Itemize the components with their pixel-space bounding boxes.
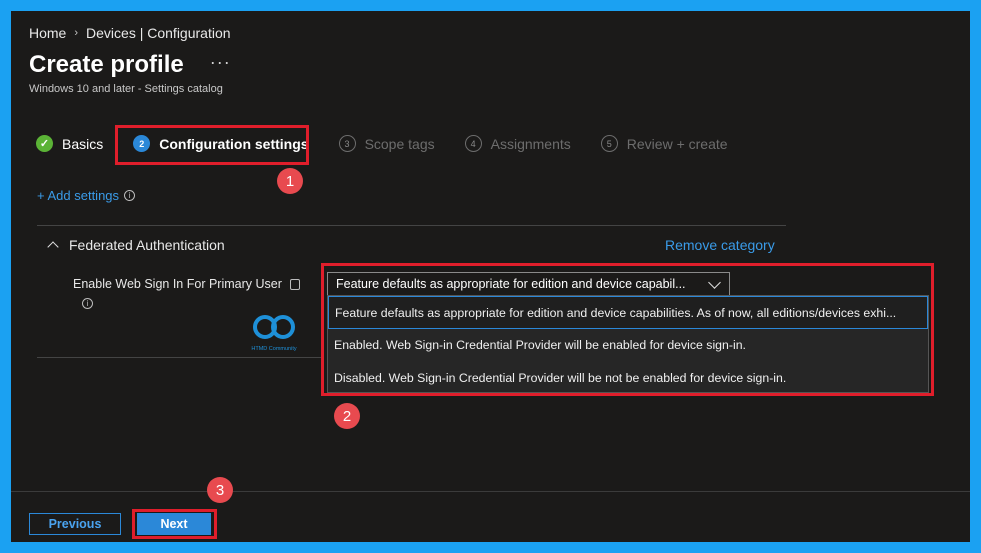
annotation-badge-1: 1 — [277, 168, 303, 194]
footer-divider — [11, 491, 970, 492]
divider — [37, 357, 323, 358]
copy-icon[interactable] — [289, 278, 300, 290]
check-icon: ✓ — [36, 135, 53, 152]
add-settings-label: + Add settings — [37, 188, 120, 203]
page-subtitle: Windows 10 and later - Settings catalog — [29, 83, 223, 95]
category-header[interactable]: Federated Authentication — [47, 237, 225, 253]
step-label: Scope tags — [364, 135, 435, 152]
setting-label: Enable Web Sign In For Primary User — [73, 277, 282, 291]
htmd-logo-icon: HTMD Community — [251, 315, 297, 352]
step-label: Basics — [62, 135, 104, 152]
more-options-icon[interactable]: ··· — [210, 52, 231, 73]
step-number: 5 — [600, 135, 618, 152]
step-number: 4 — [464, 135, 482, 152]
step-assignments[interactable]: 4 Assignments — [464, 135, 571, 152]
category-name: Federated Authentication — [69, 237, 225, 253]
info-icon[interactable]: i — [124, 190, 136, 201]
step-review-create[interactable]: 5 Review + create — [600, 135, 728, 152]
step-label: Review + create — [626, 135, 728, 152]
annotation-badge-2: 2 — [334, 403, 360, 429]
info-icon[interactable]: i — [82, 298, 93, 309]
step-basics[interactable]: ✓ Basics — [36, 135, 103, 152]
breadcrumb: Home › Devices | Configuration — [29, 25, 231, 41]
logo-text: HTMD Community — [251, 346, 296, 352]
annotation-highlight-step — [115, 125, 309, 165]
setting-row-label: Enable Web Sign In For Primary User — [73, 277, 300, 291]
step-label: Assignments — [490, 135, 571, 152]
annotation-highlight-next — [132, 509, 217, 539]
previous-button[interactable]: Previous — [29, 513, 121, 535]
app-frame: Home › Devices | Configuration Create pr… — [11, 11, 970, 542]
annotation-highlight-dropdown — [321, 263, 934, 396]
add-settings-link[interactable]: + Add settings i — [37, 188, 136, 203]
annotation-badge-3: 3 — [207, 477, 233, 503]
divider — [37, 225, 786, 226]
chevron-up-icon[interactable] — [47, 241, 59, 253]
step-number: 3 — [338, 135, 356, 152]
breadcrumb-current[interactable]: Devices | Configuration — [86, 25, 230, 41]
breadcrumb-home[interactable]: Home — [29, 25, 66, 41]
title-row: Create profile ··· — [29, 51, 231, 79]
remove-category-link[interactable]: Remove category — [665, 237, 775, 253]
step-scope-tags[interactable]: 3 Scope tags — [338, 135, 435, 152]
breadcrumb-separator: › — [74, 27, 79, 39]
page-title: Create profile — [29, 51, 184, 78]
